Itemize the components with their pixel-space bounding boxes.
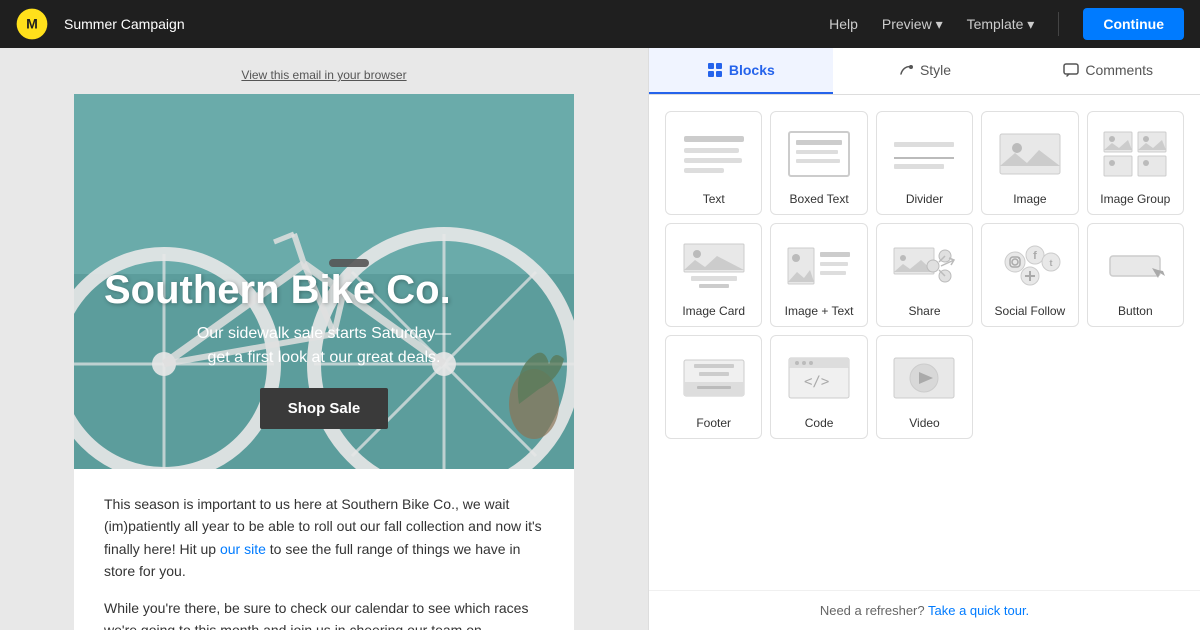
block-divider[interactable]: Divider [876, 111, 973, 215]
block-divider-label: Divider [906, 192, 943, 206]
email-preview-pane: View this email in your browser [0, 48, 648, 630]
block-button[interactable]: Button [1087, 223, 1184, 327]
image-card-block-icon [679, 240, 749, 292]
block-image-card-label: Image Card [682, 304, 745, 318]
block-image[interactable]: Image [981, 111, 1078, 215]
email-card: Southern Bike Co. Our sidewalk sale star… [74, 94, 574, 630]
view-in-browser-link[interactable]: View this email in your browser [241, 68, 406, 82]
boxed-text-block-icon [784, 128, 854, 180]
block-image-card[interactable]: Image Card [665, 223, 762, 327]
nav-divider [1058, 12, 1059, 36]
tab-blocks[interactable]: Blocks [649, 48, 833, 94]
mailchimp-logo: M [16, 8, 48, 40]
svg-text:f: f [1033, 250, 1037, 262]
social-follow-block-icon: f t [995, 240, 1065, 292]
svg-text:</>: </> [804, 374, 829, 390]
campaign-title: Summer Campaign [64, 16, 813, 32]
tab-comments[interactable]: Comments [1016, 48, 1200, 94]
help-link[interactable]: Help [829, 16, 858, 32]
block-share-label: Share [908, 304, 940, 318]
preview-menu[interactable]: Preview [882, 16, 943, 33]
refresher-text: Need a refresher? [820, 603, 925, 618]
refresher-row: Need a refresher? Take a quick tour. [649, 590, 1200, 630]
main-layout: View this email in your browser [0, 48, 1200, 630]
block-social-follow-label: Social Follow [995, 304, 1066, 318]
email-hero: Southern Bike Co. Our sidewalk sale star… [74, 94, 574, 469]
email-body: This season is important to us here at S… [74, 469, 574, 630]
top-nav: Help Preview Template [829, 16, 1034, 33]
block-footer[interactable]: Footer [665, 335, 762, 439]
block-image-text[interactable]: Image + Text [770, 223, 867, 327]
template-menu[interactable]: Template [967, 16, 1035, 33]
body-paragraph-1: This season is important to us here at S… [104, 493, 544, 583]
blocks-tab-icon [707, 62, 723, 78]
image-group-block-icon [1100, 128, 1170, 180]
code-block-icon: </> [784, 352, 854, 404]
shop-sale-button[interactable]: Shop Sale [260, 388, 389, 429]
hero-subtitle: Our sidewalk sale starts Saturday—get a … [74, 322, 574, 370]
block-image-group[interactable]: Image Group [1087, 111, 1184, 215]
image-block-icon [995, 128, 1065, 180]
block-image-label: Image [1013, 192, 1046, 206]
share-block-icon [889, 240, 959, 292]
video-block-icon [889, 352, 959, 404]
block-video-label: Video [909, 416, 939, 430]
block-code-label: Code [805, 416, 834, 430]
block-button-label: Button [1118, 304, 1153, 318]
block-boxed-text[interactable]: Boxed Text [770, 111, 867, 215]
body-paragraph-2: While you're there, be sure to check our… [104, 597, 544, 630]
topbar: M Summer Campaign Help Preview Template … [0, 0, 1200, 48]
continue-button[interactable]: Continue [1083, 8, 1184, 40]
footer-block-icon [679, 352, 749, 404]
block-image-group-label: Image Group [1100, 192, 1170, 206]
quick-tour-link[interactable]: Take a quick tour. [928, 603, 1029, 618]
style-tab-icon [898, 62, 914, 78]
svg-text:t: t [1049, 258, 1052, 268]
block-boxed-text-label: Boxed Text [790, 192, 849, 206]
comments-tab-icon [1063, 62, 1079, 78]
block-social-follow[interactable]: f t Social Follow [981, 223, 1078, 327]
hero-title: Southern Bike Co. [74, 268, 574, 312]
panel-tabs: Blocks Style Comments [649, 48, 1200, 95]
block-text-label: Text [703, 192, 725, 206]
blocks-panel: Blocks Style Comments [648, 48, 1200, 630]
block-text[interactable]: Text [665, 111, 762, 215]
tab-style[interactable]: Style [833, 48, 1017, 94]
block-share[interactable]: Share [876, 223, 973, 327]
body-site-link[interactable]: our site [220, 541, 266, 557]
block-footer-label: Footer [696, 416, 731, 430]
text-block-icon [679, 128, 749, 180]
block-image-text-label: Image + Text [785, 304, 854, 318]
divider-block-icon [889, 128, 959, 180]
block-video[interactable]: Video [876, 335, 973, 439]
blocks-grid: Text Boxed Text [649, 95, 1200, 590]
image-text-block-icon [784, 240, 854, 292]
block-code[interactable]: </> Code [770, 335, 867, 439]
svg-text:M: M [26, 15, 38, 31]
button-block-icon [1100, 240, 1170, 292]
